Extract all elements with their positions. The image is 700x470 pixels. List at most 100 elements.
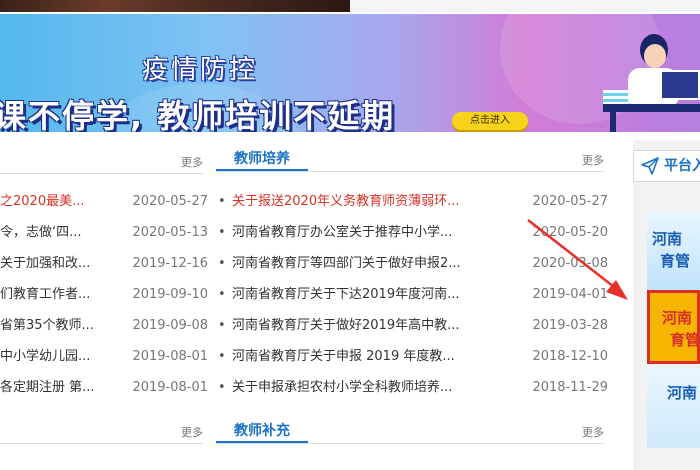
news-date: 2020-05-20 xyxy=(532,225,608,240)
news-title-text: 中小学幼儿园... xyxy=(0,349,91,364)
news-title-text: 河南省教育厅关于下达2019年度河南... xyxy=(232,287,460,302)
news-title-text: 令，志做‘四... xyxy=(0,225,82,240)
news-title-link[interactable]: 省第35个教师... xyxy=(0,310,94,341)
bullet-icon: • xyxy=(218,225,226,240)
card-line: 育管 xyxy=(660,252,691,270)
desk-leg-illustration xyxy=(610,112,616,132)
platform-sidebar-title: 平台入 xyxy=(664,158,700,174)
banner-title: 课不停学, 教师培训不延期 xyxy=(0,97,396,132)
news-title-text: 省第35个教师... xyxy=(0,318,94,333)
news-title-link[interactable]: • 关于报送2020年义务教育师资薄弱环... xyxy=(218,186,459,217)
list-item[interactable]: • 河南省教育厅关于申报 2019 年度教... 2018-12-10 xyxy=(218,341,608,372)
mid-next-more-link[interactable]: 更多 xyxy=(582,424,604,440)
news-title-link[interactable]: • 河南省教育厅关于下达2019年度河南... xyxy=(218,279,459,310)
news-date: 2018-12-10 xyxy=(532,349,608,364)
news-date: 2020-05-27 xyxy=(132,194,208,209)
news-date: 2019-04-01 xyxy=(532,287,608,302)
left-next-more-link[interactable]: 更多 xyxy=(181,424,203,440)
teacher-supplement-header: 教师补充 更多 xyxy=(216,418,604,444)
news-title-text: 之2020最美... xyxy=(0,194,85,209)
divider xyxy=(0,443,203,444)
bullet-icon: • xyxy=(218,256,226,271)
platform-card-label: 河南 育管 xyxy=(662,307,700,351)
news-date: 2019-12-16 xyxy=(132,256,208,271)
left-news-list: 之2020最美... 2020-05-27 令，志做‘四... 2020-05-13 关… xyxy=(0,186,208,403)
list-item[interactable]: 各定期注册 第... 2019-08-01 xyxy=(0,372,208,403)
platform-sidebar-header: 平台入 xyxy=(633,150,700,182)
news-date: 2018-11-29 xyxy=(532,380,608,395)
banner[interactable]: 疫情防控 课不停学, 教师培训不延期 点击进入 xyxy=(0,14,700,132)
list-item[interactable]: • 河南省教育厅办公室关于推荐中小学... 2020-05-20 xyxy=(218,217,608,248)
bullet-icon: • xyxy=(218,380,226,395)
left-column-header: 更多 xyxy=(0,148,203,174)
divider xyxy=(216,443,604,444)
list-item[interactable]: 令，志做‘四... 2020-05-13 xyxy=(0,217,208,248)
books-illustration xyxy=(603,90,629,104)
news-date: 2020-05-13 xyxy=(132,225,208,240)
tab-teacher-training[interactable]: 教师培养 xyxy=(216,147,308,171)
bullet-icon: • xyxy=(218,287,226,302)
paper-plane-icon xyxy=(641,157,659,175)
news-title-link[interactable]: 各定期注册 第... xyxy=(0,372,95,403)
left-more-link[interactable]: 更多 xyxy=(181,154,203,170)
platform-card-label: 河南 育管 xyxy=(652,228,690,272)
list-item[interactable]: 省第35个教师... 2019-09-08 xyxy=(0,310,208,341)
news-date: 2019-09-08 xyxy=(132,318,208,333)
list-item[interactable]: • 关于申报承担农村小学全科教师培养... 2018-11-29 xyxy=(218,372,608,403)
card-line: 河南 xyxy=(652,230,683,248)
desk-illustration xyxy=(603,104,700,112)
bullet-icon: • xyxy=(218,318,226,333)
news-title-link[interactable]: 关于加强和改... xyxy=(0,248,90,279)
divider xyxy=(216,171,604,172)
news-title-text: 关于申报承担农村小学全科教师培养... xyxy=(232,380,453,395)
news-title-text: 河南省教育厅关于申报 2019 年度教... xyxy=(232,349,455,364)
card-line: 育管 xyxy=(670,331,700,349)
list-item[interactable]: • 河南省教育厅关于做好2019年高中教... 2019-03-28 xyxy=(218,310,608,341)
news-date: 2020-03-08 xyxy=(532,256,608,271)
mid-more-link[interactable]: 更多 xyxy=(582,152,604,168)
news-title-text: 河南省教育厅等四部门关于做好申报2... xyxy=(232,256,461,271)
list-item[interactable]: • 河南省教育厅等四部门关于做好申报2... 2020-03-08 xyxy=(218,248,608,279)
list-item[interactable]: • 关于报送2020年义务教育师资薄弱环... 2020-05-27 xyxy=(218,186,608,217)
tab-teacher-supplement[interactable]: 教师补充 xyxy=(216,419,308,443)
news-title-link[interactable]: 令，志做‘四... xyxy=(0,217,82,248)
laptop-illustration xyxy=(660,70,700,100)
news-date: 2020-05-27 xyxy=(532,194,608,209)
page: 疫情防控 课不停学, 教师培训不延期 点击进入 更多 之2020最美... 202… xyxy=(0,0,700,470)
news-title-text: 关于报送2020年义务教育师资薄弱环... xyxy=(232,194,460,209)
card-line: 河南 xyxy=(662,309,693,327)
top-photo-strip xyxy=(0,0,350,12)
news-title-link[interactable]: • 河南省教育厅等四部门关于做好申报2... xyxy=(218,248,461,279)
news-title-text: 河南省教育厅关于做好2019年高中教... xyxy=(232,318,460,333)
platform-card-1[interactable]: 河南 育管 xyxy=(647,212,700,290)
news-title-text: 们教育工作者... xyxy=(0,287,91,302)
teacher-face-illustration xyxy=(644,44,666,68)
news-title-text: 关于加强和改... xyxy=(0,256,91,271)
news-title-link[interactable]: • 河南省教育厅关于申报 2019 年度教... xyxy=(218,341,455,372)
news-date: 2019-08-01 xyxy=(132,349,208,364)
news-title-link[interactable]: • 河南省教育厅办公室关于推荐中小学... xyxy=(218,217,452,248)
news-date: 2019-08-01 xyxy=(132,380,208,395)
list-item[interactable]: 中小学幼儿园... 2019-08-01 xyxy=(0,341,208,372)
news-date: 2019-03-28 xyxy=(532,318,608,333)
news-title-text: 河南省教育厅办公室关于推荐中小学... xyxy=(232,225,453,240)
list-item[interactable]: 之2020最美... 2020-05-27 xyxy=(0,186,208,217)
news-title-link[interactable]: • 关于申报承担农村小学全科教师培养... xyxy=(218,372,452,403)
banner-enter-button[interactable]: 点击进入 xyxy=(452,112,528,130)
bullet-icon: • xyxy=(218,349,226,364)
list-item[interactable]: • 河南省教育厅关于下达2019年度河南... 2019-04-01 xyxy=(218,279,608,310)
top-right-blank xyxy=(350,0,700,12)
platform-card-2[interactable]: 河南 育管 xyxy=(647,290,700,364)
news-date: 2019-09-10 xyxy=(132,287,208,302)
list-item[interactable]: 们教育工作者... 2019-09-10 xyxy=(0,279,208,310)
news-title-link[interactable]: • 河南省教育厅关于做好2019年高中教... xyxy=(218,310,459,341)
news-title-link[interactable]: 中小学幼儿园... xyxy=(0,341,90,372)
banner-subtitle: 疫情防控 xyxy=(142,55,259,85)
news-title-link[interactable]: 之2020最美... xyxy=(0,186,84,217)
news-title-link[interactable]: 们教育工作者... xyxy=(0,279,90,310)
platform-card-3[interactable]: 河南 xyxy=(647,368,700,448)
news-title-text: 各定期注册 第... xyxy=(0,380,95,395)
teacher-training-header: 教师培养 更多 xyxy=(216,146,604,172)
list-item[interactable]: 关于加强和改... 2019-12-16 xyxy=(0,248,208,279)
divider xyxy=(0,173,203,174)
